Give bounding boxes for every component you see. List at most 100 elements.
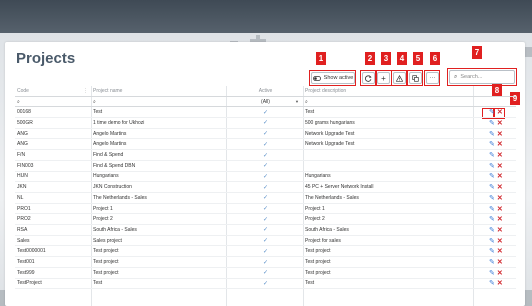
pencil-icon[interactable]: ✎ [489,258,495,266]
table-row[interactable]: ANG Angelo Martins ✓ Network Upgrade Test ✎ ✕ [15,140,516,151]
cell-project-name: The Netherlands - Sales [93,194,147,201]
table-row[interactable]: PRO1 Project 1 ✓ Project 1 ✎ ✕ [15,204,516,215]
pencil-icon[interactable]: ✎ [489,151,495,159]
column-header-code[interactable]: Code [17,86,91,96]
close-icon[interactable]: ✕ [497,279,503,287]
close-icon[interactable]: ✕ [497,183,503,191]
pencil-icon[interactable]: ✎ [489,130,495,138]
cell-project-name: Sales project [93,237,122,244]
close-icon[interactable]: ✕ [497,162,503,170]
cell-active: ✓ [228,107,303,117]
cell-project-name: Test project [93,269,119,276]
pencil-icon[interactable]: ✎ [489,237,495,245]
page-title: Projects [16,50,76,67]
close-icon[interactable]: ✕ [497,130,503,138]
cell-project-description: South Africa - Sales [305,226,349,233]
table-row[interactable]: JKN JKN Construction ✓ 45 PC + Server Netwo… [15,182,516,193]
pencil-icon[interactable]: ✎ [489,183,495,191]
table-row[interactable]: TestProject Test ✓ Test ✎ ✕ [15,279,516,290]
cell-code: Test001 [17,259,35,266]
cell-active: ✓ [228,129,303,139]
cell-project-description: Hungarians [305,173,331,180]
table-row[interactable]: 00168 Test ✓ Test ✎ ✕ [15,107,516,119]
pencil-icon[interactable]: ✎ [489,205,495,213]
pencil-icon[interactable]: ✎ [489,140,495,148]
close-icon[interactable]: ✕ [497,119,503,127]
checkmark-icon: ✓ [262,109,269,116]
table-row[interactable]: 500GR 1 time demo for Ukhozi ✓ 500 grams hu… [15,118,516,129]
cell-project-description: Network Upgrade Test [305,130,355,137]
pencil-icon[interactable]: ✎ [489,162,495,170]
filter-project-name-input[interactable]: ⌕ [93,97,226,107]
table-row[interactable]: Test001 Test project ✓ Test project ✎ ✕ [15,257,516,268]
cell-project-description: Network Upgrade Test [305,141,355,148]
cell-project-description: Test project [305,269,331,276]
table-row[interactable]: FIN003 Find & Spend DBN ✓ ✎ ✕ [15,161,516,172]
cell-project-name: Angelo Martins [93,141,127,148]
pencil-icon[interactable]: ✎ [489,269,495,277]
cell-code: 500GR [17,119,33,126]
close-icon[interactable]: ✕ [497,215,503,223]
pencil-icon[interactable]: ✎ [489,108,495,116]
cell-project-description: Test [305,109,315,116]
close-icon[interactable]: ✕ [497,172,503,180]
close-icon[interactable]: ✕ [497,140,503,148]
close-icon[interactable]: ✕ [497,226,503,234]
column-header-project-description[interactable]: Project description [305,86,473,96]
pencil-icon[interactable]: ✎ [489,279,495,287]
close-icon[interactable]: ✕ [497,205,503,213]
annotation-box-1 [309,70,356,86]
pencil-icon[interactable]: ✎ [489,194,495,202]
table-row[interactable]: F/N Find & Spend ✓ ✎ ✕ [15,150,516,161]
pencil-icon[interactable]: ✎ [489,226,495,234]
annotation-label-4: 4 [397,52,407,65]
cell-active: ✓ [228,257,303,267]
table-row[interactable]: Test999 Test project ✓ Test project ✎ ✕ [15,268,516,279]
chevron-down-icon[interactable]: ▼ [295,99,299,104]
cell-project-name: Hungarians [93,173,119,180]
table-row[interactable]: Test0000001 Test project ✓ Test project ✎ ✕ [15,247,516,258]
column-header-active[interactable]: Active [228,86,303,96]
close-icon[interactable]: ✕ [497,247,503,255]
close-icon[interactable]: ✕ [497,194,503,202]
checkmark-icon: ✓ [262,248,269,255]
cell-active: ✓ [228,247,303,257]
table-row[interactable]: PRO2 Project 2 ✓ Project 2 ✎ ✕ [15,214,516,226]
table-row[interactable]: RSA South Africa - Sales ✓ South Africa - S… [15,225,516,236]
cell-code: 00168 [17,109,31,116]
pencil-icon[interactable]: ✎ [489,172,495,180]
cell-active: ✓ [228,214,303,224]
filter-active-select[interactable]: (All) [228,97,303,107]
pencil-icon[interactable]: ✎ [489,119,495,127]
cell-project-description: 500 grams hungarians [305,119,355,126]
pencil-icon[interactable]: ✎ [489,215,495,223]
cell-project-description: Project 2 [305,216,325,223]
close-icon[interactable]: ✕ [497,237,503,245]
filter-project-description-input[interactable]: ⌕ [305,97,473,107]
row-actions: ✎ ✕ [477,129,513,139]
filter-code-input[interactable]: ⌕ [17,97,91,107]
cell-project-name: JKN Construction [93,184,132,191]
sort-icon[interactable]: ⋮ [83,88,88,94]
table-row[interactable]: Sales Sales project ✓ Project for sales ✎ ✕ [15,236,516,247]
close-icon[interactable]: ✕ [497,108,503,116]
row-actions: ✎ ✕ [477,236,513,246]
table-row[interactable]: ANG Angelo Martins ✓ Network Upgrade Test ✎ ✕ [15,129,516,140]
annotation-box-7 [447,68,517,86]
close-icon[interactable]: ✕ [497,269,503,277]
table-row[interactable]: NL The Netherlands - Sales ✓ The Netherland… [15,193,516,204]
cell-project-name: 1 time demo for Ukhozi [93,119,145,126]
checkmark-icon: ✓ [262,152,269,159]
cell-project-description [305,150,473,160]
cell-code: Test999 [17,269,35,276]
row-actions: ✎ ✕ [477,279,513,289]
cell-code: RSA [17,226,28,233]
column-header-project-name[interactable]: Project name [93,86,226,96]
close-icon[interactable]: ✕ [497,151,503,159]
close-icon[interactable]: ✕ [497,258,503,266]
pencil-icon[interactable]: ✎ [489,247,495,255]
grid-filter-row: ⌕ ⌕ (All) ▼ ⌕ [15,97,516,108]
table-row[interactable]: HUN Hungarians ✓ Hungarians ✎ ✕ [15,172,516,183]
checkmark-icon: ✓ [262,141,269,148]
checkmark-icon: ✓ [262,280,269,287]
